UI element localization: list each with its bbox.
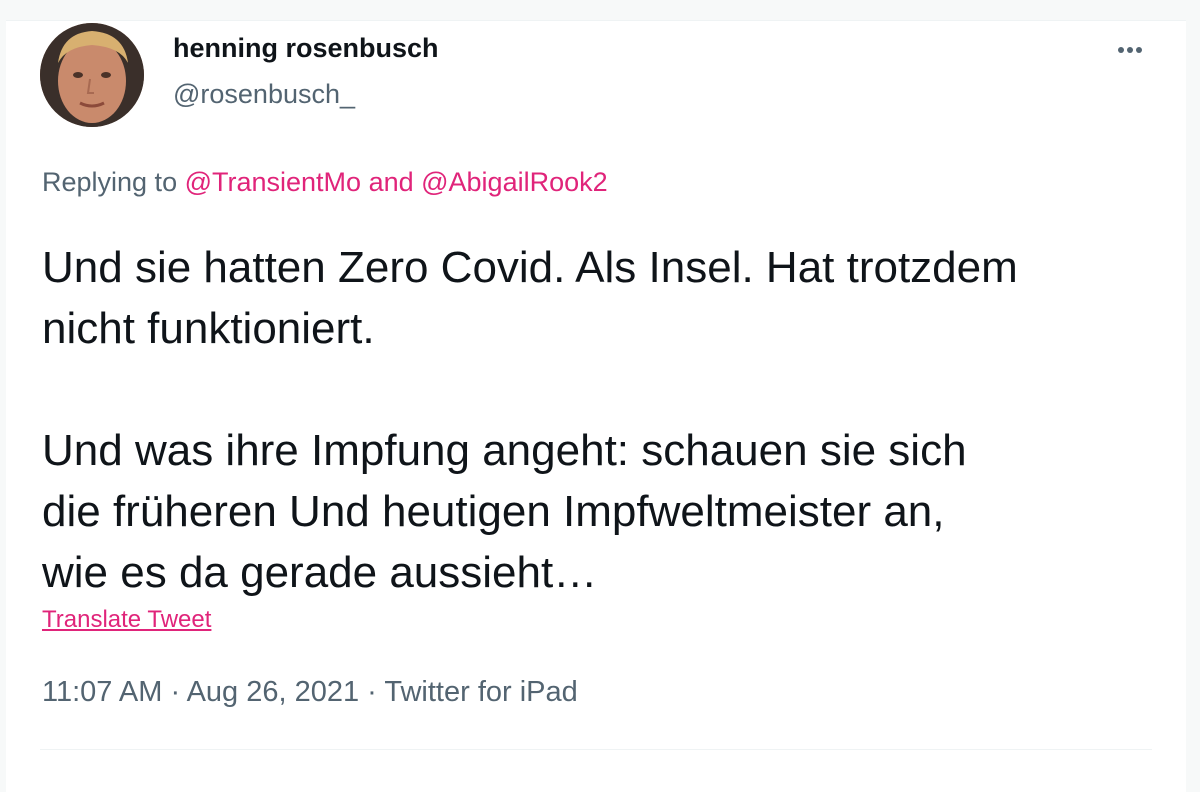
meta-separator: · bbox=[359, 676, 385, 708]
replying-to-line: Replying to @TransientMo and @AbigailRoo… bbox=[42, 167, 608, 198]
tweet-text: Und sie hatten Zero Covid. Als Insel. Ha… bbox=[42, 243, 1018, 597]
translate-tweet-link[interactable]: Translate Tweet bbox=[42, 606, 211, 634]
author-handle[interactable]: @rosenbusch_ bbox=[173, 79, 355, 110]
tweet-card: henning rosenbusch @rosenbusch_ Replying… bbox=[6, 20, 1186, 792]
tweet-source: Twitter for iPad bbox=[384, 676, 578, 708]
author-display-name[interactable]: henning rosenbusch bbox=[173, 33, 439, 64]
more-horizontal-icon[interactable] bbox=[1112, 39, 1148, 63]
tweet-date[interactable]: Aug 26, 2021 bbox=[187, 676, 360, 708]
tweet-metadata: 11:07 AM · Aug 26, 2021 · Twitter for iP… bbox=[42, 676, 578, 709]
replying-prefix: Replying to bbox=[42, 167, 185, 197]
divider bbox=[40, 749, 1152, 750]
meta-separator: · bbox=[162, 676, 187, 708]
avatar[interactable] bbox=[40, 23, 144, 127]
mention-link-abigailrook2[interactable]: @AbigailRook2 bbox=[421, 167, 608, 197]
mention-link-transientmo[interactable]: @TransientMo bbox=[185, 167, 361, 197]
replying-conjunction: and bbox=[361, 167, 422, 197]
tweet-time[interactable]: 11:07 AM bbox=[42, 676, 162, 708]
avatar-photo bbox=[40, 23, 144, 127]
